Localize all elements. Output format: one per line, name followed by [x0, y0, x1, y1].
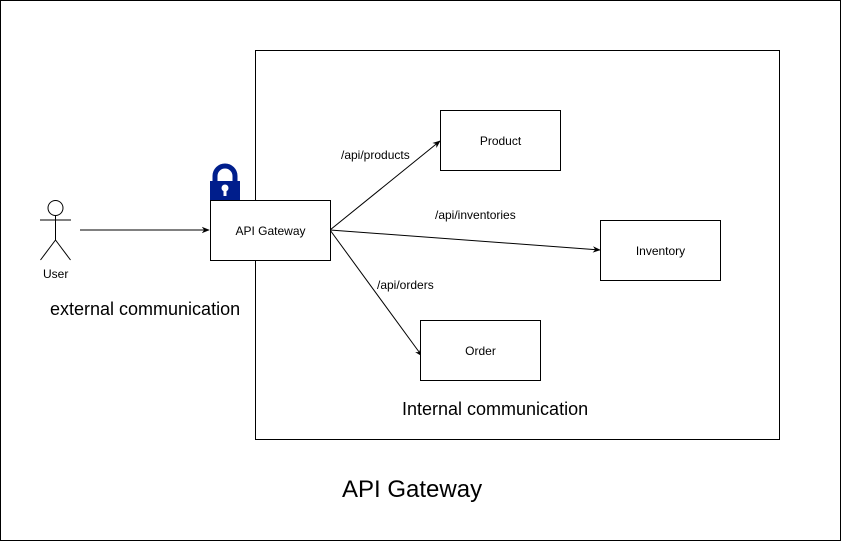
node-product[interactable]: Product — [440, 110, 561, 171]
internal-communication-label: Internal communication — [402, 399, 589, 419]
route-orders-label: /api/orders — [377, 278, 434, 292]
node-product-label: Product — [479, 133, 522, 148]
person-icon — [40, 200, 71, 261]
node-order[interactable]: Order — [420, 320, 541, 381]
route-inventories-label: /api/inventories — [435, 208, 516, 222]
edge-gateway-to-order — [329, 229, 423, 357]
node-api-gateway-label: API Gateway — [235, 223, 306, 238]
diagram-canvas: API Gateway Product Inventory Order /api… — [0, 0, 841, 541]
user-label: User — [43, 267, 69, 281]
node-order-label: Order — [465, 343, 496, 358]
diagram-title: API Gateway — [342, 476, 483, 503]
lock-icon — [210, 163, 240, 200]
node-api-gateway[interactable]: API Gateway — [210, 200, 331, 261]
node-inventory[interactable]: Inventory — [600, 220, 721, 281]
external-communication-label: external communication — [50, 299, 241, 319]
edge-gateway-to-inventory — [329, 229, 601, 253]
node-inventory-label: Inventory — [635, 243, 686, 258]
route-products-label: /api/products — [341, 148, 410, 162]
